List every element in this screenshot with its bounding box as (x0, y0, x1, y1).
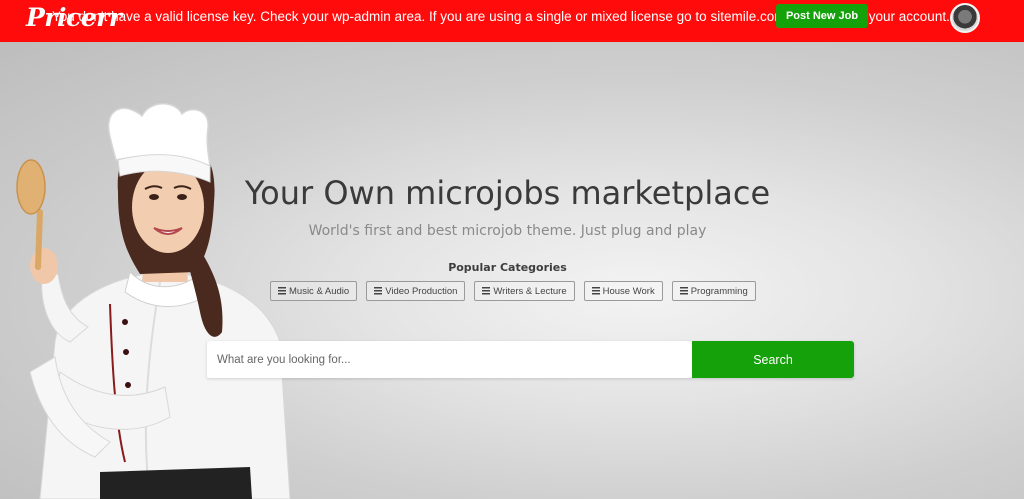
category-label: House Work (602, 285, 655, 297)
list-icon (482, 287, 491, 295)
site-logo[interactable]: Pricerr (26, 3, 122, 32)
list-icon (278, 287, 286, 295)
list-icon (679, 287, 688, 295)
category-chip-list: Music & Audio Video Production Writers &… (270, 281, 756, 301)
category-chip-music-audio[interactable]: Music & Audio (270, 281, 358, 301)
top-bar: You don't have a valid license key. Chec… (0, 0, 1024, 42)
category-label: Music & Audio (289, 285, 350, 297)
list-icon (374, 287, 383, 295)
category-label: Programming (690, 285, 748, 297)
user-avatar[interactable] (950, 3, 980, 33)
category-chip-writers-lecture[interactable]: Writers & Lecture (474, 281, 575, 301)
list-icon (591, 287, 600, 295)
search-bar: Search (207, 341, 854, 378)
post-new-job-button[interactable]: Post New Job (776, 4, 868, 28)
category-chip-video-production[interactable]: Video Production (366, 281, 466, 301)
search-input[interactable] (207, 341, 692, 378)
category-chip-house-work[interactable]: House Work (583, 281, 663, 301)
category-label: Video Production (385, 285, 458, 297)
hero-title: Your Own microjobs marketplace (244, 174, 771, 212)
search-button[interactable]: Search (692, 341, 854, 378)
hero-section: Your Own microjobs marketplace World's f… (0, 42, 1024, 499)
popular-categories-heading: Popular Categories (448, 261, 567, 274)
category-chip-programming[interactable]: Programming (671, 281, 756, 301)
category-label: Writers & Lecture (493, 285, 567, 297)
hero-subtitle: World's first and best microjob theme. J… (308, 223, 707, 239)
